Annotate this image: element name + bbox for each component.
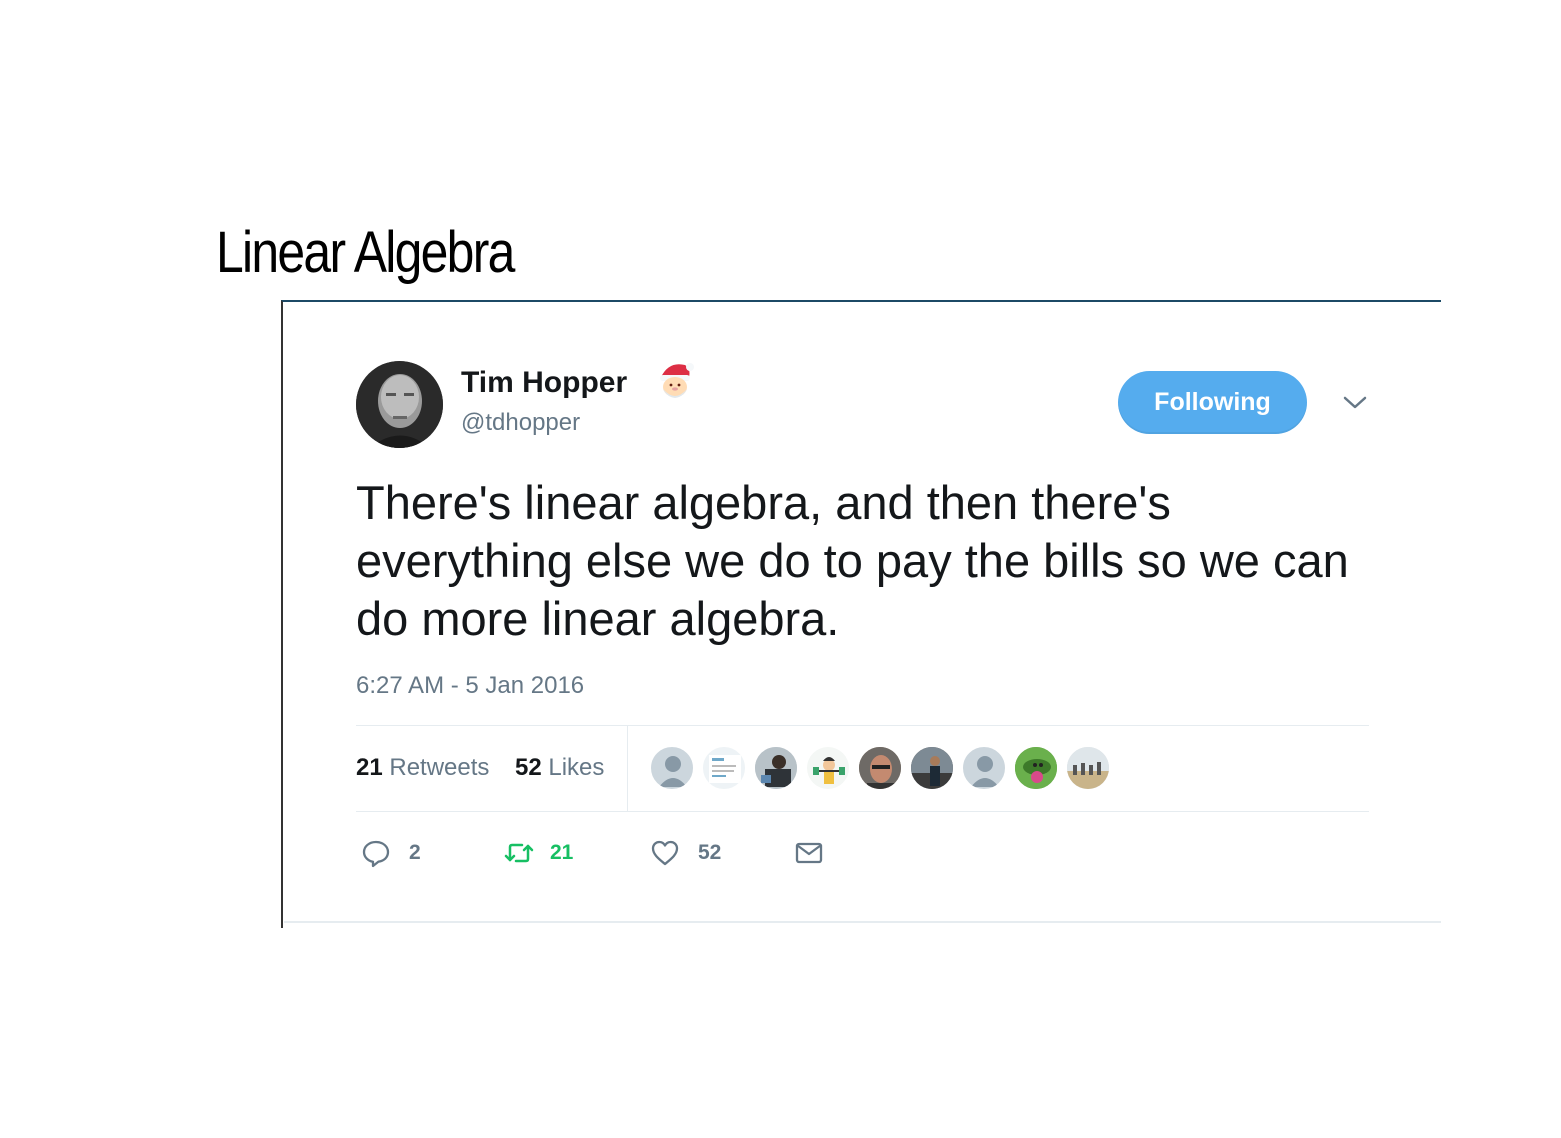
likes-count: 52	[515, 754, 542, 781]
photo-avatar-icon	[1067, 747, 1109, 789]
liker-avatar[interactable]	[650, 746, 694, 790]
photo-avatar-icon	[911, 747, 953, 789]
reply-icon	[362, 840, 390, 868]
author-avatar[interactable]	[356, 361, 443, 448]
default-avatar-icon	[971, 756, 999, 787]
retweet-icon	[504, 843, 534, 863]
author-name[interactable]: Tim Hopper	[461, 366, 627, 400]
liker-avatar[interactable]	[1014, 746, 1058, 790]
liker-avatar[interactable]	[1066, 746, 1110, 790]
likes-label: Likes	[548, 754, 605, 781]
tweet-text: There's linear algebra, and then there's…	[356, 476, 1349, 645]
retweet-count: 21	[550, 841, 574, 864]
stats-bottom-divider	[356, 811, 1369, 812]
avatar-portrait	[356, 361, 443, 448]
like-action[interactable]: 52	[650, 837, 721, 869]
liker-avatar[interactable]	[702, 746, 746, 790]
likes-stat[interactable]: 52 Likes	[515, 754, 604, 782]
like-count: 52	[698, 841, 722, 864]
heart-icon	[651, 840, 679, 866]
liker-avatar[interactable]	[858, 746, 902, 790]
liker-avatar[interactable]	[910, 746, 954, 790]
author-handle[interactable]: @tdhopper	[461, 409, 580, 437]
retweets-count: 21	[356, 754, 383, 781]
photo-avatar-icon	[859, 747, 901, 789]
default-avatar-icon	[659, 756, 687, 787]
envelope-icon	[795, 842, 823, 864]
santa-icon	[660, 363, 694, 398]
liker-avatar[interactable]	[806, 746, 850, 790]
cartoon-avatar-icon	[1015, 747, 1057, 789]
document-avatar-icon	[709, 755, 741, 783]
reply-action[interactable]: 2	[361, 837, 421, 869]
photo-avatar-icon	[755, 747, 797, 789]
liker-avatar[interactable]	[962, 746, 1006, 790]
reply-count: 2	[409, 841, 421, 864]
retweets-label: Retweets	[389, 754, 490, 781]
cartoon-avatar-icon	[807, 747, 849, 789]
slide-title: Linear Algebra	[216, 220, 515, 285]
chevron-down-icon[interactable]	[1342, 393, 1368, 411]
stats-top-divider	[356, 725, 1369, 726]
retweet-action[interactable]: 21	[504, 837, 573, 869]
following-button[interactable]: Following	[1118, 371, 1307, 434]
liker-avatar[interactable]	[754, 746, 798, 790]
stats-vertical-divider	[627, 726, 628, 811]
direct-message-action[interactable]	[794, 837, 824, 869]
tweet-timestamp[interactable]: 6:27 AM - 5 Jan 2016	[356, 672, 584, 700]
retweets-stat[interactable]: 21 Retweets	[356, 754, 489, 782]
